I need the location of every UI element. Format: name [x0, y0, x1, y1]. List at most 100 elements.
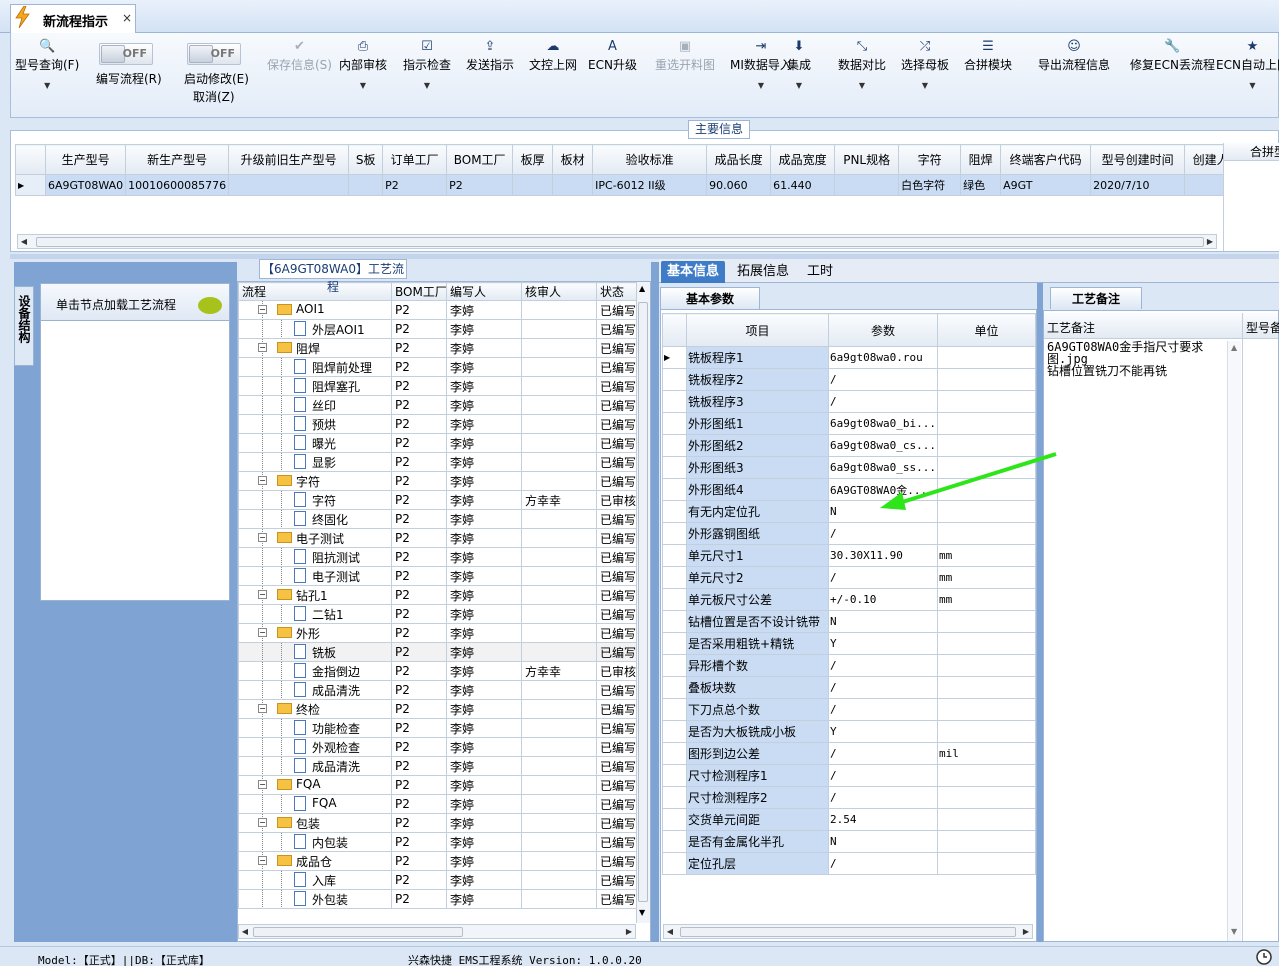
param-value[interactable]: / — [828, 566, 938, 589]
row-indicator[interactable] — [661, 522, 688, 545]
param-value[interactable]: / — [828, 676, 938, 699]
scroll-thumb[interactable] — [638, 302, 648, 902]
toolbar-button-7[interactable]: ☁ 文控上网 — [529, 37, 577, 73]
param-value[interactable]: N — [828, 830, 938, 853]
main-col-header[interactable]: 字符 — [898, 144, 962, 175]
main-col-header[interactable]: 阻焊 — [960, 144, 1002, 175]
tab-1[interactable]: 拓展信息 — [731, 261, 795, 283]
close-icon[interactable]: × — [122, 11, 132, 25]
param-row[interactable]: 尺寸检测程序2/ — [661, 786, 1036, 809]
scroll-right-icon[interactable]: ▶ — [623, 925, 635, 938]
tree-row[interactable]: 丝印 P2 李婷 已编写 — [238, 395, 641, 415]
param-value[interactable]: 30.30X11.90 — [828, 544, 938, 567]
collapse-icon[interactable]: − — [258, 305, 267, 314]
param-value[interactable]: / — [828, 390, 938, 413]
param-value[interactable]: N — [828, 610, 938, 633]
tree-row[interactable]: − AOI1 P2 李婷 已编写 — [238, 300, 641, 320]
param-row[interactable]: 单元尺寸1 30.30X11.90 mm — [661, 544, 1036, 567]
param-row[interactable]: ▶ 铣板程序1 6a9gt08wa0.rou — [661, 346, 1036, 369]
tree-hscrollbar[interactable]: ◀ ▶ — [238, 924, 636, 939]
tree-col-header[interactable]: 状态 — [595, 282, 641, 301]
tree-col-header[interactable]: BOM工厂 — [391, 282, 447, 301]
row-indicator[interactable] — [661, 676, 688, 699]
param-row[interactable]: 铣板程序3/ — [661, 390, 1036, 413]
tree-row[interactable]: 终固化 P2 李婷 已编写 — [238, 509, 641, 529]
collapse-icon[interactable]: − — [258, 590, 267, 599]
scroll-up-icon[interactable]: ▲ — [639, 284, 645, 293]
param-value[interactable]: / — [828, 698, 938, 721]
collapse-icon[interactable]: − — [258, 780, 267, 789]
param-value[interactable]: +/-0.10 — [828, 588, 938, 611]
toolbar-button-5[interactable]: ☑ 指示检查 ▼ — [403, 37, 451, 90]
param-value[interactable]: 6a9gt08wa0_bi... — [828, 412, 938, 435]
chevron-down-icon[interactable]: ▼ — [15, 81, 79, 90]
row-indicator[interactable] — [661, 456, 688, 479]
tree-row[interactable]: 成品清洗 P2 李婷 已编写 — [238, 680, 641, 700]
tree-row[interactable]: 阻焊前处理 P2 李婷 已编写 — [238, 357, 641, 377]
main-col-header[interactable]: 成品宽度 — [770, 144, 836, 175]
param-value[interactable]: / — [828, 368, 938, 391]
toolbar-button-16[interactable]: 🔧 修复ECN丢流程 — [1130, 37, 1215, 73]
scroll-left-icon[interactable]: ◀ — [664, 925, 676, 938]
toolbar-button-11[interactable]: ⬇ 集成 ▼ — [787, 37, 811, 90]
main-cell[interactable] — [512, 174, 554, 196]
chevron-down-icon[interactable]: ▼ — [339, 81, 387, 90]
tree-row[interactable]: 外包装 P2 李婷 已编写 — [238, 889, 641, 909]
main-cell[interactable]: 90.060 — [706, 174, 772, 196]
main-cell[interactable] — [834, 174, 900, 196]
main-col-header[interactable]: PNL规格 — [834, 144, 900, 175]
row-indicator[interactable] — [661, 368, 688, 391]
main-col-header[interactable]: S板 — [348, 144, 384, 175]
param-row[interactable]: 叠板块数 / — [661, 676, 1036, 699]
chevron-down-icon[interactable]: ▼ — [787, 81, 811, 90]
collapse-icon[interactable]: − — [258, 343, 267, 352]
tree-row[interactable]: 外观检查 P2 李婷 已编写 — [238, 737, 641, 757]
param-row[interactable]: 单元板尺寸公差 +/-0.10 mm — [661, 588, 1036, 611]
main-col-header[interactable]: BOM工厂 — [446, 144, 514, 175]
row-indicator[interactable] — [661, 808, 688, 831]
params-hscrollbar[interactable]: ◀ ▶ — [663, 924, 1033, 939]
main-cell[interactable]: 2020/7/10 — [1090, 174, 1186, 196]
main-col-header[interactable]: 新生产型号 — [125, 144, 230, 175]
scroll-left-icon[interactable]: ◀ — [18, 235, 30, 248]
tree-row[interactable]: 金指倒边 P2 李婷 方幸幸 已审核 — [238, 661, 641, 681]
tree-row[interactable]: 内包装 P2 李婷 已编写 — [238, 832, 641, 852]
param-row[interactable]: 铣板程序2/ — [661, 368, 1036, 391]
row-indicator[interactable] — [661, 654, 688, 677]
scroll-thumb[interactable] — [253, 927, 463, 937]
toolbar-button-8[interactable]: A ECN升级 — [588, 37, 637, 73]
tree-row[interactable]: − 成品仓 P2 李婷 已编写 — [238, 851, 641, 871]
row-indicator[interactable]: ▶ — [15, 174, 46, 196]
row-indicator[interactable] — [661, 764, 688, 787]
param-col-header[interactable]: 单位 — [937, 313, 1036, 347]
param-value[interactable]: Y — [828, 720, 938, 743]
tree-row[interactable]: 二钻1 P2 李婷 已编写 — [238, 604, 641, 624]
tree-row[interactable]: 显影 P2 李婷 已编写 — [238, 452, 641, 472]
scroll-up-icon[interactable]: ▲ — [1231, 343, 1237, 352]
tree-row[interactable]: − 字符 P2 李婷 已编写 — [238, 471, 641, 491]
row-indicator[interactable] — [661, 544, 688, 567]
tree-row[interactable]: − 阻焊 P2 李婷 已编写 — [238, 338, 641, 358]
param-value[interactable]: / — [828, 522, 938, 545]
toolbar-button-0[interactable]: 🔍 型号查询(F) ▼ — [15, 37, 79, 90]
equipment-structure-tab[interactable]: 设备结构 — [14, 286, 34, 366]
main-col-header[interactable]: 板厚 — [512, 144, 554, 175]
splitter-mid[interactable] — [651, 262, 659, 942]
main-cell[interactable]: 61.440 — [770, 174, 836, 196]
tree-row[interactable]: FQA P2 李婷 已编写 — [238, 794, 641, 814]
param-row[interactable]: 尺寸检测程序1/ — [661, 764, 1036, 787]
chevron-down-icon[interactable]: ▼ — [1216, 81, 1279, 90]
param-value[interactable]: / — [828, 654, 938, 677]
param-row[interactable]: 异形槽个数 / — [661, 654, 1036, 677]
row-indicator[interactable] — [661, 390, 688, 413]
param-col-header[interactable]: 参数 — [828, 313, 938, 347]
row-indicator[interactable] — [661, 720, 688, 743]
main-col-header[interactable]: 验收标准 — [592, 144, 708, 175]
tree-col-header[interactable]: 编写人 — [446, 282, 522, 301]
row-indicator[interactable] — [661, 830, 688, 853]
collapse-icon[interactable]: − — [258, 476, 267, 485]
row-indicator[interactable] — [661, 786, 688, 809]
main-cell[interactable]: IPC-6012 II级 — [592, 174, 708, 196]
collapse-icon[interactable]: − — [258, 818, 267, 827]
main-cell[interactable]: A9GT — [1000, 174, 1092, 196]
